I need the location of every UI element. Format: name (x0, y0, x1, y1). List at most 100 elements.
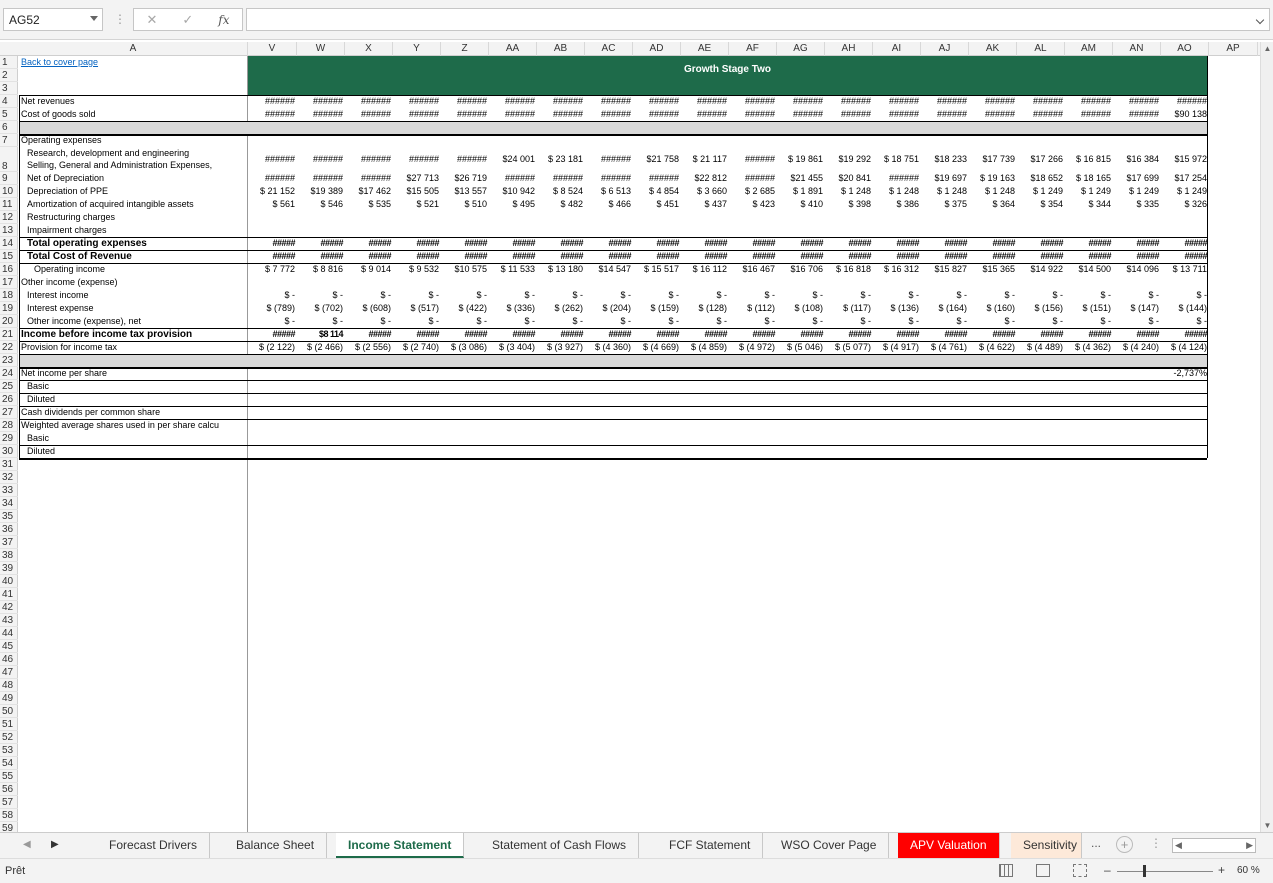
value-cell[interactable]: ##### (537, 237, 583, 250)
row-header[interactable]: 57 (0, 796, 18, 809)
value-cell[interactable]: $ (4 972) (729, 341, 775, 354)
value-cell[interactable]: $ 1 248 (921, 185, 967, 198)
value-cell[interactable]: ##### (921, 250, 967, 263)
value-cell[interactable]: $ 8 816 (297, 263, 343, 276)
scroll-left-icon[interactable]: ◀ (1175, 840, 1182, 851)
row-header[interactable]: 40 (0, 575, 18, 588)
value-cell[interactable]: ###### (681, 108, 727, 121)
value-cell[interactable]: $ 1 249 (1161, 185, 1207, 198)
column-header[interactable]: Z (441, 42, 489, 56)
row-header[interactable]: 26 (0, 393, 18, 406)
value-cell[interactable]: ##### (585, 328, 631, 341)
value-cell[interactable]: ##### (1113, 328, 1159, 341)
value-cell[interactable]: $ 398 (825, 198, 871, 211)
value-cell[interactable]: ##### (393, 328, 439, 341)
value-cell[interactable]: $ - (489, 289, 535, 302)
value-cell[interactable]: ##### (873, 237, 919, 250)
value-cell[interactable]: $ 466 (585, 198, 631, 211)
row-header[interactable]: 9 (0, 172, 18, 185)
value-cell[interactable]: ###### (585, 108, 631, 121)
formula-bar-grip-icon[interactable]: ⋮ (114, 12, 126, 26)
row-header[interactable]: 35 (0, 510, 18, 523)
column-header[interactable]: W (297, 42, 345, 56)
value-cell[interactable]: ##### (777, 328, 823, 341)
value-cell[interactable]: ##### (777, 237, 823, 250)
value-cell[interactable]: ##### (825, 328, 871, 341)
value-cell[interactable]: $ (789) (248, 302, 295, 315)
row-header[interactable]: 6 (0, 121, 18, 134)
value-cell[interactable]: $ 13 711 (1161, 263, 1207, 276)
value-cell[interactable]: $ - (248, 315, 295, 328)
value-cell[interactable]: $10 575 (441, 263, 487, 276)
name-box[interactable]: AG52 (3, 8, 103, 31)
row-header[interactable]: 7 (0, 134, 18, 147)
value-cell[interactable]: $14 547 (585, 263, 631, 276)
value-cell[interactable]: ###### (393, 95, 439, 108)
value-cell[interactable]: ###### (1113, 108, 1159, 121)
value-cell[interactable]: $ - (248, 289, 295, 302)
value-cell[interactable]: ###### (681, 95, 727, 108)
column-header[interactable]: AE (681, 42, 729, 56)
column-header[interactable]: AG (777, 42, 825, 56)
value-cell[interactable]: $ (3 086) (441, 341, 487, 354)
value-cell[interactable]: $ 23 181 (537, 153, 583, 166)
value-cell[interactable]: ###### (489, 95, 535, 108)
value-cell[interactable]: ##### (345, 328, 391, 341)
row-header[interactable]: 14 (0, 237, 18, 250)
spreadsheet-grid[interactable]: A V W X Y Z AA AB AC AD AE AF AG AH AI AJ AK AL AM AN AO AP 1… (0, 42, 1273, 832)
enter-icon[interactable]: ✓ (182, 12, 193, 28)
value-cell[interactable]: $ (608) (345, 302, 391, 315)
tabs-grip-icon[interactable]: ⋮ (1150, 836, 1162, 850)
value-cell[interactable]: $ 16 312 (873, 263, 919, 276)
value-cell[interactable]: ##### (489, 237, 535, 250)
value-cell[interactable]: $90 138 (1161, 108, 1207, 121)
value-cell[interactable]: ##### (441, 328, 487, 341)
value-cell[interactable]: ###### (873, 95, 919, 108)
value-cell[interactable]: $ 344 (1065, 198, 1111, 211)
value-cell[interactable]: $ 1 248 (969, 185, 1015, 198)
value-cell[interactable]: $ 354 (1017, 198, 1063, 211)
value-cell[interactable]: ###### (1113, 95, 1159, 108)
value-cell[interactable]: $26 719 (441, 172, 487, 185)
cancel-icon[interactable]: ✕ (146, 12, 157, 28)
value-cell[interactable]: $ - (537, 289, 583, 302)
row-header[interactable]: 46 (0, 653, 18, 666)
value-cell[interactable]: ##### (633, 328, 679, 341)
row-header[interactable]: 12 (0, 211, 18, 224)
value-cell[interactable]: ###### (248, 95, 295, 108)
value-cell[interactable]: $ 495 (489, 198, 535, 211)
tab-apv-valuation[interactable]: APV Valuation (898, 833, 1000, 858)
value-cell[interactable]: ##### (873, 250, 919, 263)
tab-forecast-drivers[interactable]: Forecast Drivers (97, 833, 211, 858)
value-cell[interactable]: $ - (633, 289, 679, 302)
value-cell[interactable]: $13 557 (441, 185, 487, 198)
value-cell[interactable]: $27 713 (393, 172, 439, 185)
value-cell[interactable]: ##### (1065, 237, 1111, 250)
page-break-view-icon[interactable] (1073, 864, 1087, 877)
value-cell[interactable]: $14 096 (1113, 263, 1159, 276)
value-cell[interactable]: ###### (729, 108, 775, 121)
row-header[interactable]: 28 (0, 419, 18, 432)
value-cell[interactable]: ###### (345, 108, 391, 121)
value-cell[interactable]: ###### (729, 153, 775, 166)
row-header[interactable]: 50 (0, 705, 18, 718)
value-cell[interactable]: ###### (1017, 95, 1063, 108)
value-cell[interactable]: ##### (248, 328, 295, 341)
value-cell[interactable]: $10 942 (489, 185, 535, 198)
value-cell[interactable]: ##### (729, 328, 775, 341)
row-header[interactable]: 45 (0, 640, 18, 653)
value-cell[interactable]: $ (5 046) (777, 341, 823, 354)
value-cell[interactable]: ##### (248, 250, 295, 263)
value-cell[interactable]: $ (144) (1161, 302, 1207, 315)
value-cell[interactable]: $ (156) (1017, 302, 1063, 315)
value-cell[interactable]: $24 001 (489, 153, 535, 166)
value-cell[interactable]: $ - (393, 315, 439, 328)
column-header[interactable]: AB (537, 42, 585, 56)
value-cell[interactable]: $19 292 (825, 153, 871, 166)
value-cell[interactable]: ###### (585, 95, 631, 108)
value-cell[interactable]: $ - (777, 289, 823, 302)
value-cell[interactable]: $ 535 (345, 198, 391, 211)
value-cell[interactable]: ###### (921, 95, 967, 108)
value-cell[interactable]: ##### (1161, 237, 1207, 250)
value-cell[interactable]: ###### (393, 153, 439, 166)
